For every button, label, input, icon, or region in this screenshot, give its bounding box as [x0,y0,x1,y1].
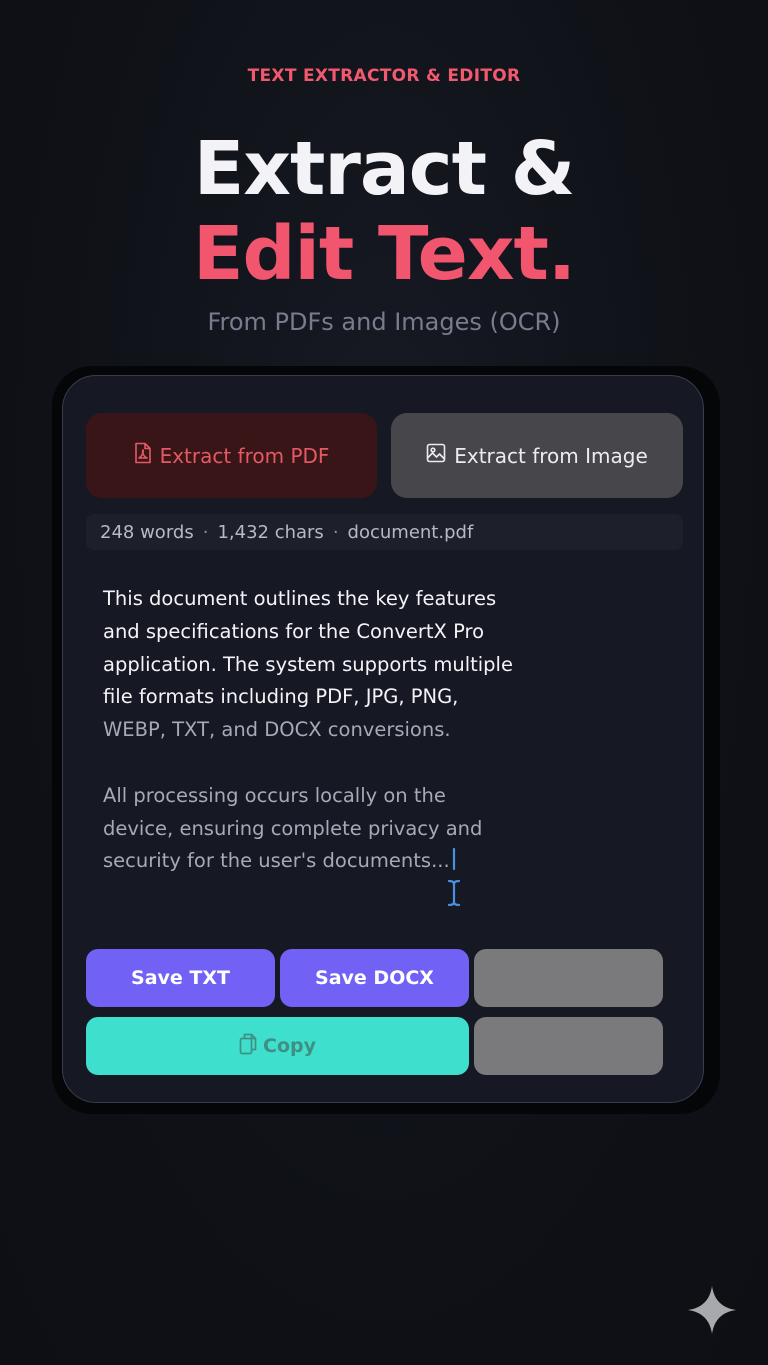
editor-line: application. The system supports multipl… [103,652,513,676]
editor-paragraph-gap [103,747,563,780]
editor-line: device, ensuring complete privacy and [103,816,483,840]
copy-icon [239,1033,263,1060]
save-txt-button[interactable]: Save TXT [86,949,275,1007]
headline-line-2: Edit Text. [192,211,576,297]
copy-button-label: Copy [263,1035,316,1057]
editor-line: This document outlines the key features [103,587,497,610]
tab-extract-pdf[interactable]: Extract from PDF [86,413,377,498]
editor-line: and specifications for the ConvertX Pro [103,619,485,643]
extractor-card: Extract from PDF Extract from Image 248 … [62,375,704,1103]
subtitle: From PDFs and Images (OCR) [207,308,561,336]
tab-extract-image[interactable]: Extract from Image [391,413,683,498]
editor-line: security for the user's documents... [103,849,450,873]
tab-extract-image-label: Extract from Image [454,443,648,468]
sparkle-icon [686,1284,738,1340]
image-icon [426,443,454,468]
tertiary-action-button[interactable] [474,1017,663,1075]
text-cursor-icon [445,847,465,915]
word-count: 248 words [100,521,194,543]
file-name: document.pdf [347,521,474,543]
tab-extract-pdf-label: Extract from PDF [159,443,330,468]
secondary-action-button[interactable] [474,949,663,1007]
stats-separator: · [332,521,339,543]
document-stats-bar: 248 words · 1,432 chars · document.pdf [86,514,683,550]
editor-line: WEBP, TXT, and DOCX conversions. [103,718,451,742]
pdf-file-icon [134,442,160,469]
stats-separator: · [202,521,209,543]
eyebrow-label: TEXT EXTRACTOR & EDITOR [247,66,521,86]
headline-line-1: Extract & [193,126,576,212]
copy-button[interactable]: Copy [86,1017,469,1075]
text-editor[interactable]: This document outlines the key features … [103,583,563,878]
save-docx-button[interactable]: Save DOCX [280,949,469,1007]
char-count: 1,432 chars [217,521,324,543]
editor-line: file formats including PDF, JPG, PNG, [103,685,459,709]
page: TEXT EXTRACTOR & EDITOR Extract & Edit T… [0,0,768,1365]
editor-line: All processing occurs locally on the [103,783,446,807]
